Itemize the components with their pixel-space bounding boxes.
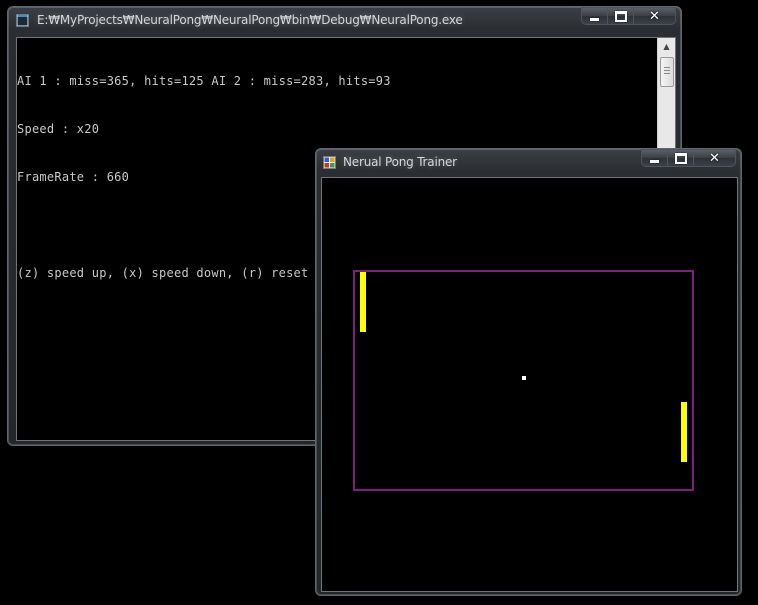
pong-titlebar[interactable]: Nerual Pong Trainer ✕ — [316, 149, 741, 175]
maximize-icon — [674, 152, 687, 164]
console-caption-buttons: ✕ — [581, 7, 676, 26]
close-icon: ✕ — [709, 150, 720, 166]
console-titlebar[interactable]: E:₩MyProjects₩NeuralPong₩NeuralPong₩bin₩… — [8, 7, 681, 33]
ball — [522, 376, 526, 380]
pong-canvas[interactable] — [321, 177, 738, 592]
minimize-icon — [590, 17, 599, 21]
right-paddle — [681, 402, 687, 462]
pong-caption-buttons: ✕ — [641, 149, 736, 168]
console-line-speed: Speed : x20 — [17, 122, 100, 136]
left-paddle — [360, 272, 366, 332]
console-maximize-button[interactable] — [607, 7, 633, 25]
console-close-button[interactable]: ✕ — [633, 7, 676, 25]
console-title: E:₩MyProjects₩NeuralPong₩NeuralPong₩bin₩… — [37, 13, 463, 27]
maximize-icon — [614, 10, 627, 22]
scroll-up-arrow-icon[interactable]: ▲ — [658, 38, 675, 55]
pong-minimize-button[interactable] — [641, 149, 667, 167]
pong-close-button[interactable]: ✕ — [693, 149, 736, 167]
close-icon: ✕ — [649, 8, 660, 24]
console-line-stats: AI 1 : miss=365, hits=125 AI 2 : miss=28… — [17, 74, 391, 88]
pong-app-icon — [323, 156, 336, 169]
pong-court — [353, 270, 694, 491]
pong-title: Nerual Pong Trainer — [343, 155, 457, 169]
pong-window[interactable]: Nerual Pong Trainer ✕ — [315, 148, 742, 596]
pong-maximize-button[interactable] — [667, 149, 693, 167]
console-app-icon — [16, 14, 29, 27]
console-minimize-button[interactable] — [581, 7, 607, 25]
minimize-icon — [650, 159, 659, 163]
scrollbar-thumb[interactable] — [660, 57, 674, 87]
